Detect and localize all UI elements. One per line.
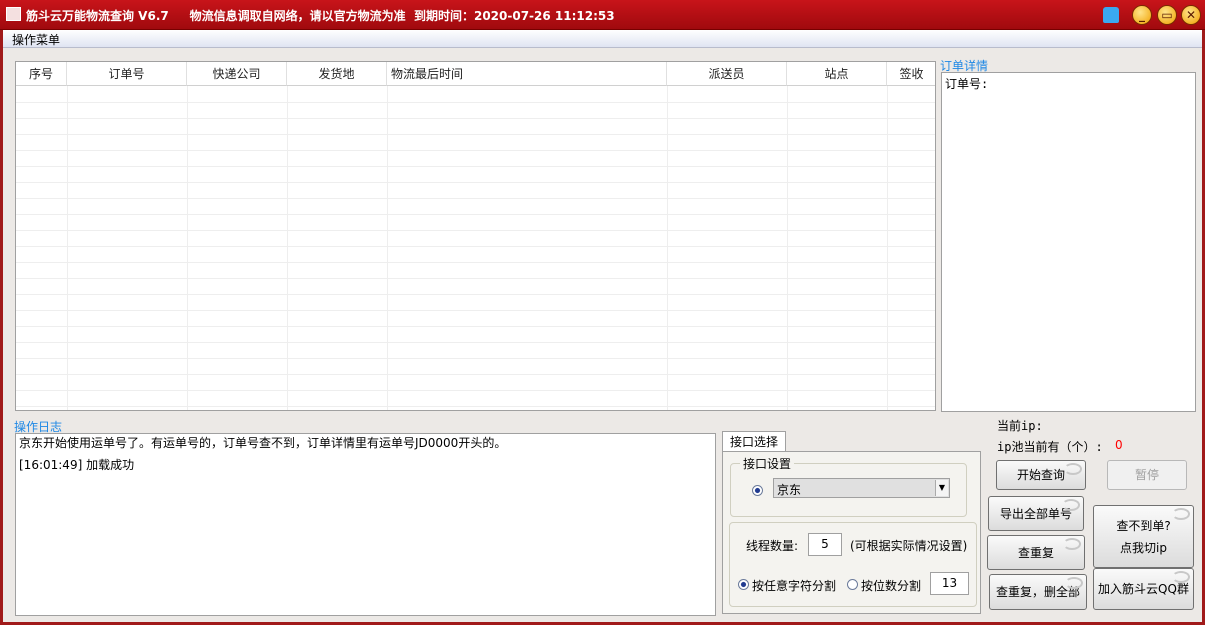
grid-row-line [16, 342, 935, 343]
grid-row-line [16, 310, 935, 311]
split-digits-radio[interactable] [847, 579, 858, 590]
column-header-station[interactable]: 站点 [787, 62, 887, 86]
interface-panel: 接口设置 京东 ▼ 线程数量: 5 (可根据实际情况设置) 按任意字符分割 按位… [722, 451, 981, 614]
column-header-signed[interactable]: 签收 [887, 62, 935, 86]
join-qq-group-button[interactable]: 加入筋斗云QQ群 [1093, 568, 1194, 610]
chevron-down-icon[interactable]: ▼ [935, 480, 948, 496]
grid-row-line [16, 166, 935, 167]
digits-input[interactable]: 13 [930, 572, 969, 595]
grid-row-line [16, 278, 935, 279]
dedupe-delete-all-button[interactable]: 查重复，删全部 [989, 574, 1087, 610]
order-detail-box[interactable]: 订单号: [941, 72, 1196, 412]
log-line: [16:01:49] 加载成功 [19, 458, 135, 472]
grid-row-line [16, 358, 935, 359]
split-any-label[interactable]: 按任意字符分割 [752, 577, 836, 594]
window-title: 筋斗云万能物流查询 V6.7 物流信息调取自网络，请以官方物流为准 到期时间：2… [26, 9, 615, 23]
grid-row-line [16, 326, 935, 327]
grid-row-line [16, 406, 935, 407]
grid-row-line [16, 198, 935, 199]
export-all-button[interactable]: 导出全部单号 [988, 496, 1084, 531]
column-header-origin[interactable]: 发货地 [287, 62, 387, 86]
skin-shirt-icon[interactable] [1103, 7, 1119, 23]
maximize-button[interactable]: ▭ [1157, 5, 1177, 25]
split-digits-label[interactable]: 按位数分割 [861, 577, 921, 594]
grid-row-line [16, 230, 935, 231]
column-header-index[interactable]: 序号 [16, 62, 67, 86]
switch-ip-button[interactable]: 查不到单? 点我切ip [1093, 505, 1194, 568]
grid-row-line [16, 182, 935, 183]
log-line: 京东开始使用运单号了。有运单号的，订单号查不到，订单详情里有运单号JD0000开… [19, 436, 507, 450]
interface-settings-label: 接口设置 [740, 455, 795, 472]
grid-row-line [16, 246, 935, 247]
start-query-button[interactable]: 开始查询 [996, 460, 1086, 490]
grid-column-line [287, 86, 288, 410]
grid-row-line [16, 390, 935, 391]
operation-log-box[interactable]: 京东开始使用运单号了。有运单号的，订单号查不到，订单详情里有运单号JD0000开… [15, 433, 716, 616]
column-header-courier[interactable]: 快递公司 [187, 62, 287, 86]
grid-row-line [16, 214, 935, 215]
threads-label: 线程数量: [746, 539, 799, 553]
grid-row-line [16, 118, 935, 119]
grid-column-line [787, 86, 788, 410]
column-header-order-no[interactable]: 订单号 [67, 62, 187, 86]
column-header-courier-person[interactable]: 派送员 [667, 62, 787, 86]
menu-operations[interactable]: 操作菜单 [12, 31, 60, 48]
current-ip-label: 当前ip: [997, 419, 1043, 433]
grid-row-line [16, 102, 935, 103]
column-header-last-time[interactable]: 物流最后时间 [387, 62, 667, 86]
grid-column-line [67, 86, 68, 410]
grid-column-line [387, 86, 388, 410]
interface-dropdown[interactable]: 京东 ▼ [773, 478, 950, 498]
dedupe-button[interactable]: 查重复 [987, 535, 1085, 570]
grid-column-line [667, 86, 668, 410]
grid-row-line [16, 294, 935, 295]
interface-selected: 京东 [777, 483, 802, 497]
grid-row-line [16, 134, 935, 135]
split-any-radio[interactable] [738, 579, 749, 590]
window-border [0, 30, 3, 625]
app-icon [6, 7, 21, 21]
interface-radio[interactable] [752, 485, 763, 496]
orders-table[interactable]: 序号 订单号 快递公司 发货地 物流最后时间 派送员 站点 签收 [15, 61, 936, 411]
grid-row-line [16, 374, 935, 375]
ip-pool-count: 0 [1115, 438, 1123, 452]
order-detail-text: 订单号: [945, 77, 989, 91]
grid-column-line [187, 86, 188, 410]
tab-interface-select[interactable]: 接口选择 [722, 431, 786, 452]
close-button[interactable]: ✕ [1181, 5, 1201, 25]
grid-column-line [887, 86, 888, 410]
menu-bar: 操作菜单 [3, 30, 1202, 48]
pause-button[interactable]: 暂停 [1107, 460, 1187, 490]
grid-row-line [16, 150, 935, 151]
minimize-button[interactable]: _ [1132, 5, 1152, 25]
threads-hint: (可根据实际情况设置) [850, 539, 968, 553]
threads-input[interactable]: 5 [808, 533, 842, 556]
grid-row-line [16, 262, 935, 263]
title-bar: 筋斗云万能物流查询 V6.7 物流信息调取自网络，请以官方物流为准 到期时间：2… [0, 0, 1205, 30]
ip-pool-label: ip池当前有（个）: [997, 440, 1103, 454]
